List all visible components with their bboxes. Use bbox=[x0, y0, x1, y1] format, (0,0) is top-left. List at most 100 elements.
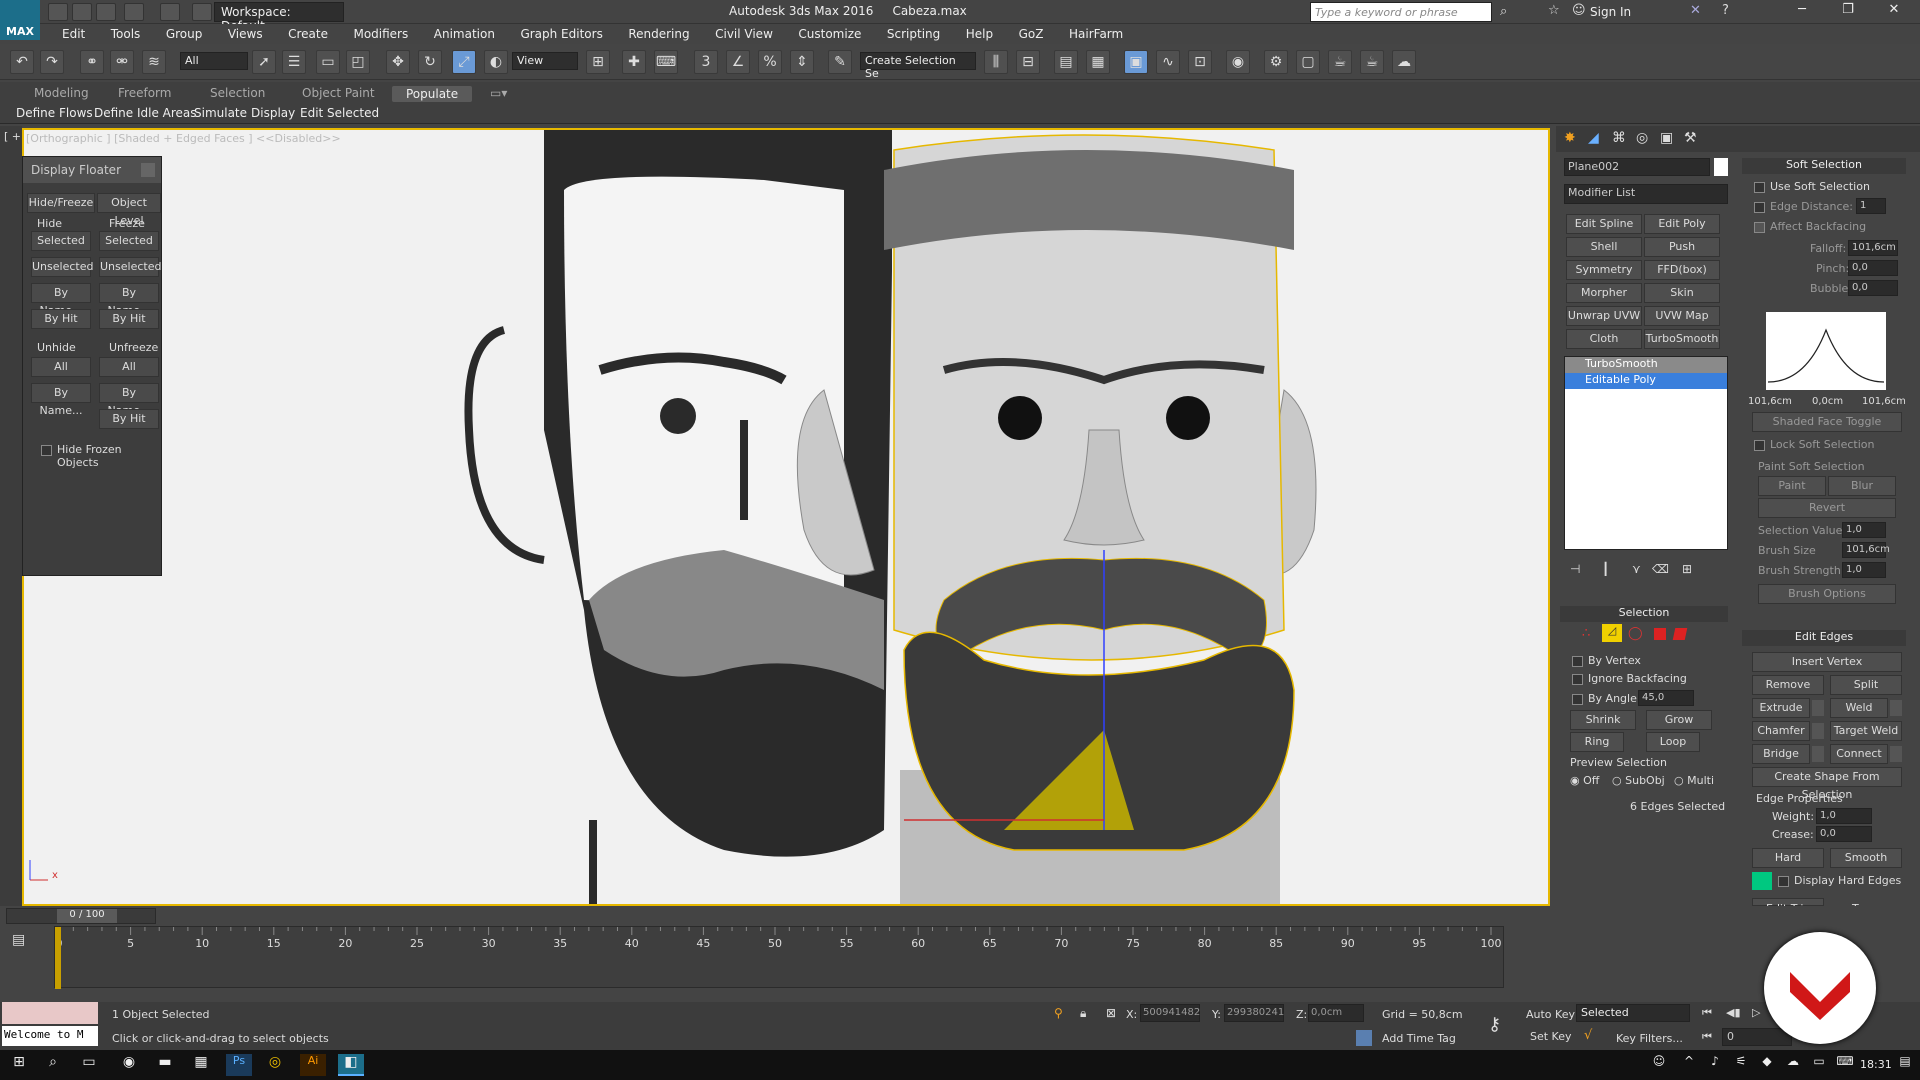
network-icon[interactable]: ⚟ bbox=[1728, 1054, 1754, 1076]
menu-hairfarm[interactable]: HairFarm bbox=[1069, 27, 1123, 41]
edit-named-selection-icon[interactable]: ✎ bbox=[828, 50, 852, 74]
y-coordinate-input[interactable]: 299380241 bbox=[1224, 1004, 1284, 1022]
binoculars-icon[interactable]: ⌕ bbox=[1500, 4, 1507, 19]
new-file-icon[interactable] bbox=[48, 3, 68, 21]
use-soft-selection-checkbox[interactable] bbox=[1754, 182, 1765, 193]
unfreeze-by-name-button[interactable]: By Name... bbox=[99, 383, 159, 417]
tab-object-paint[interactable]: Object Paint bbox=[302, 86, 375, 100]
unfreeze-all-button[interactable]: All bbox=[99, 357, 159, 377]
unfreeze-by-hit-button[interactable]: By Hit bbox=[99, 409, 159, 429]
isolate-selection-icon[interactable]: ⚲ bbox=[1054, 1006, 1063, 1020]
file-explorer-icon[interactable]: ▬ bbox=[152, 1054, 178, 1076]
unhide-by-name-button[interactable]: By Name... bbox=[31, 383, 91, 417]
bridge-settings-icon[interactable] bbox=[1812, 746, 1824, 762]
people-icon[interactable]: ☺ bbox=[1646, 1054, 1672, 1076]
display-button[interactable]: Display bbox=[251, 106, 295, 120]
key-mode-toggle-icon[interactable]: ⏮ bbox=[1702, 1030, 1712, 1044]
falloff-input[interactable]: 101,6cm bbox=[1848, 240, 1898, 256]
revert-button[interactable]: Revert bbox=[1758, 498, 1896, 518]
show-end-result-icon[interactable]: ┃ bbox=[1602, 562, 1609, 576]
shrink-button[interactable]: Shrink bbox=[1570, 710, 1636, 730]
menu-animation[interactable]: Animation bbox=[434, 27, 495, 41]
play-icon[interactable]: ▷ bbox=[1752, 1006, 1760, 1019]
weld-settings-icon[interactable] bbox=[1890, 700, 1902, 716]
grow-button[interactable]: Grow bbox=[1646, 710, 1712, 730]
edit-edges-rollout-header[interactable]: Edit Edges bbox=[1742, 630, 1906, 646]
object-color-swatch[interactable] bbox=[1714, 158, 1728, 176]
hide-unselected-button[interactable]: Unselected bbox=[31, 257, 93, 277]
menu-tools[interactable]: Tools bbox=[111, 27, 141, 41]
modify-tab-icon[interactable]: ◢ bbox=[1588, 130, 1599, 146]
soft-selection-rollout-header[interactable]: Soft Selection bbox=[1742, 158, 1906, 174]
render-production-icon[interactable]: ☕ bbox=[1328, 50, 1352, 74]
extrude-settings-icon[interactable] bbox=[1812, 700, 1824, 716]
menu-goz[interactable]: GoZ bbox=[1019, 27, 1044, 41]
hide-by-name-button[interactable]: By Name... bbox=[31, 283, 91, 317]
time-slider-thumb[interactable]: 0 / 100 bbox=[57, 909, 117, 923]
mini-curve-editor-icon[interactable]: ▤ bbox=[12, 932, 25, 948]
menu-group[interactable]: Group bbox=[166, 27, 203, 41]
select-by-name-icon[interactable]: ☰ bbox=[282, 50, 306, 74]
schematic-view-icon[interactable]: ⊡ bbox=[1188, 50, 1212, 74]
help-icon[interactable]: ? bbox=[1722, 3, 1729, 18]
app-logo[interactable]: MAX bbox=[0, 0, 40, 40]
make-unique-icon[interactable]: ⋎ bbox=[1632, 562, 1641, 576]
sign-in-link[interactable]: Sign In bbox=[1590, 5, 1631, 19]
edit-selected-button[interactable]: Edit Selected bbox=[300, 106, 379, 120]
display-hard-edges-checkbox[interactable] bbox=[1778, 876, 1789, 887]
close-button[interactable]: ✕ bbox=[1872, 2, 1916, 22]
tab-freeform[interactable]: Freeform bbox=[118, 86, 171, 100]
render-setup-icon[interactable]: ⚙ bbox=[1264, 50, 1288, 74]
connect-button[interactable]: Connect bbox=[1830, 744, 1888, 764]
border-mode-icon[interactable]: ◯ bbox=[1628, 626, 1643, 641]
window-crossing-icon[interactable]: ◰ bbox=[346, 50, 370, 74]
hierarchy-tab-icon[interactable]: ⌘ bbox=[1612, 130, 1626, 146]
set-key-mode-icon[interactable]: ⚷ bbox=[1488, 1014, 1501, 1035]
polygon-mode-icon[interactable] bbox=[1654, 628, 1666, 640]
target-weld-button[interactable]: Target Weld bbox=[1830, 721, 1902, 741]
edge-distance-input[interactable]: 1 bbox=[1856, 198, 1886, 214]
motion-tab-icon[interactable]: ◎ bbox=[1636, 130, 1648, 146]
menu-create[interactable]: Create bbox=[288, 27, 328, 41]
crease-input[interactable]: 0,0 bbox=[1816, 826, 1872, 842]
cloth-button[interactable]: Cloth bbox=[1566, 329, 1642, 349]
menu-graph-editors[interactable]: Graph Editors bbox=[520, 27, 602, 41]
bind-space-warp-icon[interactable]: ≋ bbox=[142, 50, 166, 74]
loop-button[interactable]: Loop bbox=[1646, 732, 1700, 752]
render-iterative-icon[interactable]: ☕ bbox=[1360, 50, 1384, 74]
redo-icon[interactable]: ↷ bbox=[40, 50, 64, 74]
project-folder-icon[interactable] bbox=[192, 3, 212, 21]
object-name-field[interactable]: Plane002 bbox=[1564, 158, 1710, 176]
maxscript-mini-listener[interactable]: Welcome to M bbox=[2, 1026, 98, 1046]
rotate-icon[interactable]: ↻ bbox=[418, 50, 442, 74]
reference-coordinate-dropdown[interactable]: View bbox=[512, 52, 578, 70]
selection-lock-icon[interactable]: 🔒︎ bbox=[1080, 1006, 1086, 1021]
cloud-icon[interactable]: ☁ bbox=[1780, 1054, 1806, 1076]
calculator-icon[interactable]: ▦ bbox=[188, 1054, 214, 1076]
smooth-button[interactable]: Smooth bbox=[1830, 848, 1902, 868]
rendered-frame-window-icon[interactable]: ▢ bbox=[1296, 50, 1320, 74]
turbosmooth-button[interactable]: TurboSmooth bbox=[1644, 329, 1720, 349]
shell-button[interactable]: Shell bbox=[1566, 237, 1642, 257]
brush-size-input[interactable]: 101,6cm bbox=[1842, 542, 1890, 558]
hide-frozen-checkbox[interactable] bbox=[41, 445, 52, 456]
keyboard-icon[interactable]: ⌨ bbox=[1832, 1054, 1858, 1076]
symmetry-button[interactable]: Symmetry bbox=[1566, 260, 1642, 280]
search-icon[interactable]: ⌕ bbox=[40, 1054, 66, 1076]
unwrap-uvw-button[interactable]: Unwrap UVW bbox=[1566, 306, 1642, 326]
notifications-icon[interactable]: ▤ bbox=[1892, 1054, 1918, 1076]
battery-icon[interactable]: ▭ bbox=[1806, 1054, 1832, 1076]
remove-button[interactable]: Remove bbox=[1752, 675, 1824, 695]
chamfer-button[interactable]: Chamfer bbox=[1752, 721, 1810, 741]
hard-edge-color-swatch[interactable] bbox=[1752, 872, 1772, 890]
set-key-button[interactable]: Set Key bbox=[1530, 1030, 1572, 1043]
selection-rollout-header[interactable]: Selection bbox=[1560, 606, 1728, 622]
bubble-input[interactable]: 0,0 bbox=[1848, 280, 1898, 296]
key-filters-button[interactable]: Key Filters... bbox=[1616, 1032, 1683, 1045]
render-online-icon[interactable]: ☁ bbox=[1392, 50, 1416, 74]
search-input[interactable]: Type a keyword or phrase bbox=[1310, 2, 1492, 22]
curve-editor-icon[interactable]: ∿ bbox=[1156, 50, 1180, 74]
weight-input[interactable]: 1,0 bbox=[1816, 808, 1872, 824]
split-button[interactable]: Split bbox=[1830, 675, 1902, 695]
absolute-mode-icon[interactable]: ⊠ bbox=[1106, 1006, 1116, 1020]
